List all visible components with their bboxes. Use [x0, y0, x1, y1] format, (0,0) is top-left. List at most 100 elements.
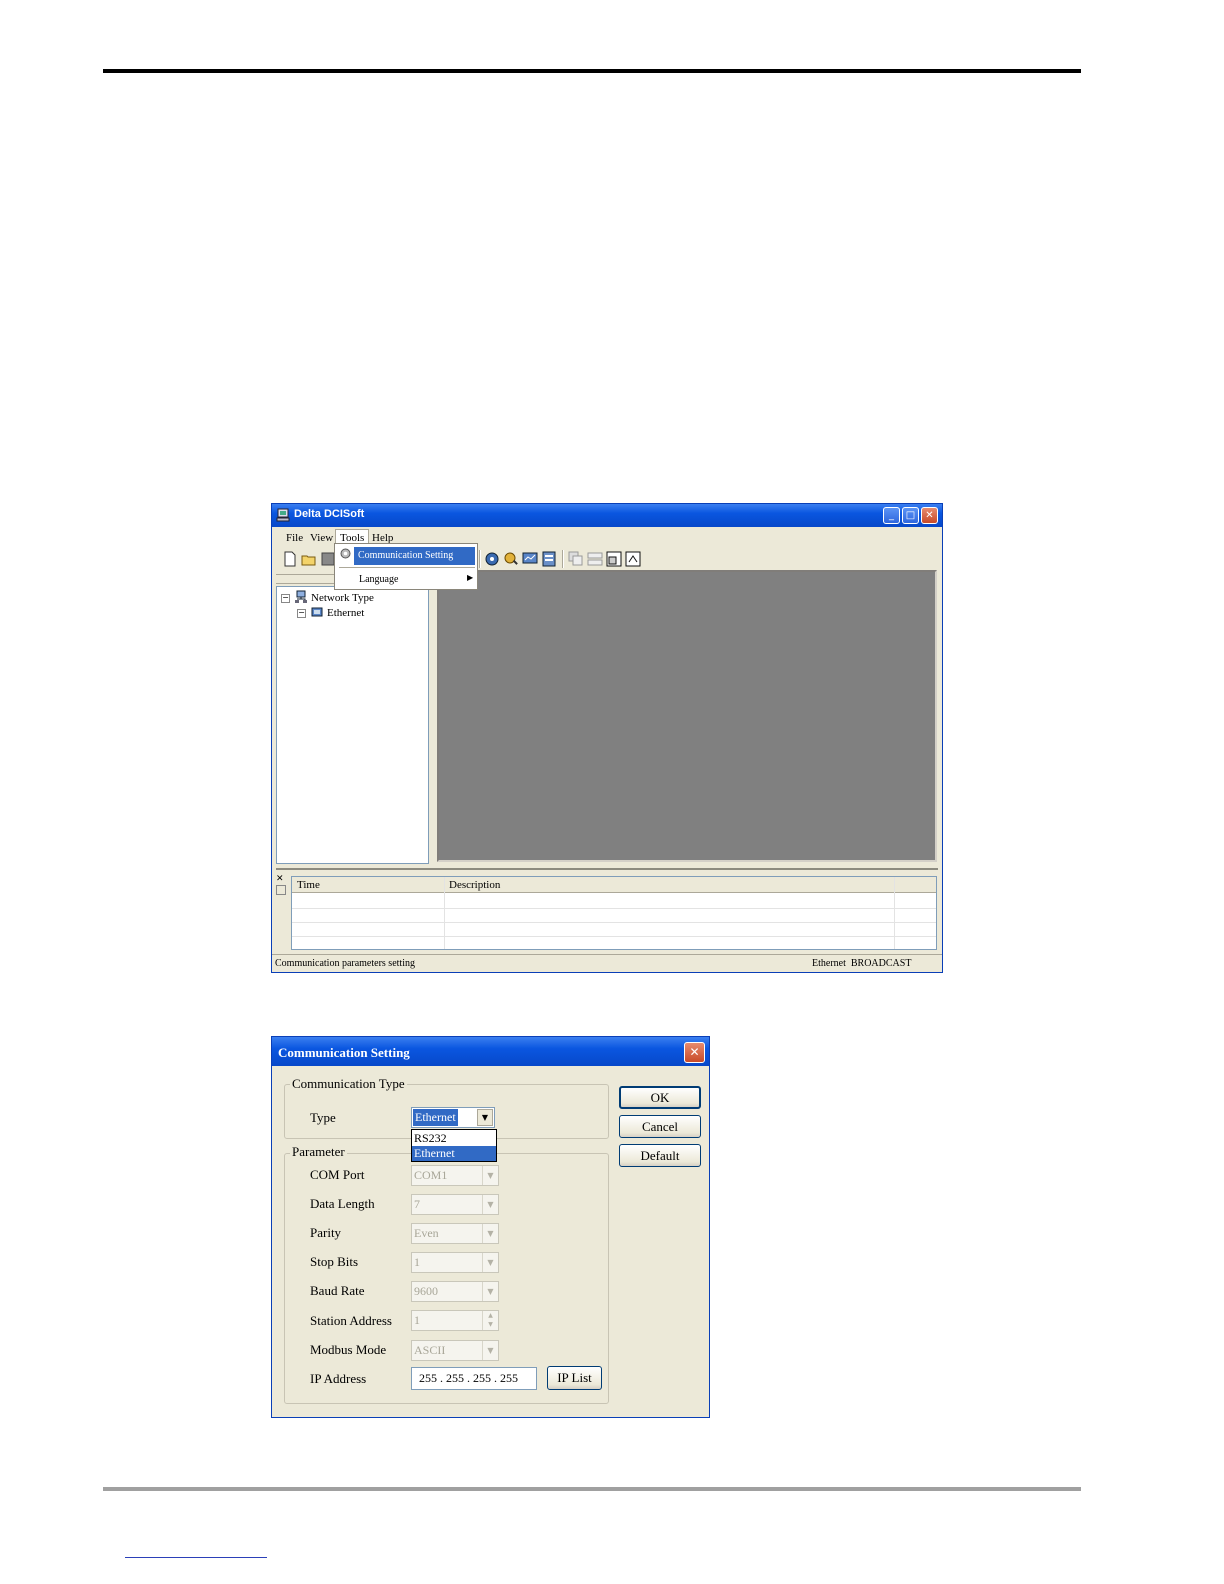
submenu-arrow-icon: ▶	[467, 573, 474, 582]
message-log-panel: ✕ Time Description	[276, 868, 938, 954]
chevron-down-icon: ▼	[482, 1282, 498, 1301]
type-select-value: Ethernet	[413, 1109, 458, 1126]
ip-address-label: IP Address	[310, 1371, 367, 1386]
modbus-mode-select: ASCII ▼	[411, 1340, 499, 1361]
window-arrange-icon[interactable]	[606, 551, 622, 567]
com-port-select: COM1 ▼	[411, 1165, 499, 1186]
menu-item-label: Communication Setting	[358, 550, 454, 561]
type-option-rs232[interactable]: RS232	[412, 1131, 496, 1146]
status-connection: Ethernet BROADCAST	[812, 958, 912, 969]
toolbar-separator	[479, 550, 481, 568]
network-tree-panel: − Network Type − Ethernet	[276, 586, 429, 864]
baud-rate-select: 9600 ▼	[411, 1281, 499, 1302]
communication-type-group-label: Communication Type	[290, 1076, 407, 1092]
station-address-label: Station Address	[310, 1313, 392, 1328]
station-address-stepper: 1 ▲ ▼	[411, 1310, 499, 1331]
new-file-icon[interactable]	[282, 551, 298, 567]
column-divider	[444, 877, 445, 949]
col-description[interactable]: Description	[449, 879, 500, 891]
ip-address-value: 255 . 255 . 255 . 255	[419, 1371, 518, 1385]
ok-button[interactable]: OK	[619, 1086, 701, 1109]
stop-bits-label: Stop Bits	[310, 1254, 359, 1269]
station-address-value: 1	[414, 1313, 420, 1327]
parity-select: Even ▼	[411, 1223, 499, 1244]
dialog-close-button[interactable]: ✕	[684, 1042, 705, 1063]
tree-collapse-icon[interactable]: −	[297, 609, 306, 618]
search-devices-icon[interactable]	[503, 551, 519, 567]
table-row	[292, 908, 936, 909]
log-close-icon[interactable]: ✕	[276, 874, 286, 884]
log-float-icon[interactable]	[276, 885, 286, 895]
open-folder-icon[interactable]	[301, 551, 317, 567]
chevron-down-icon[interactable]: ▼	[477, 1109, 493, 1126]
menu-view[interactable]: View	[310, 532, 333, 544]
dialog-title: Communication Setting	[278, 1045, 410, 1060]
gear-icon	[340, 548, 351, 559]
type-dropdown-list: RS232 Ethernet	[411, 1129, 497, 1162]
status-bar: Communication parameters setting Etherne…	[272, 954, 942, 973]
menu-item-language[interactable]: Language ▶	[337, 571, 475, 589]
baud-rate-value: 9600	[414, 1284, 438, 1298]
data-length-label: Data Length	[310, 1196, 375, 1211]
chevron-down-icon: ▼	[482, 1224, 498, 1243]
panel-splitter[interactable]	[430, 570, 436, 862]
table-row	[292, 922, 936, 923]
connect-icon[interactable]	[484, 551, 500, 567]
monitor-icon[interactable]	[522, 551, 538, 567]
workspace-area	[437, 570, 937, 862]
log-table-header: Time Description	[292, 877, 936, 893]
chevron-down-icon: ▼	[482, 1341, 498, 1360]
type-select[interactable]: Ethernet ▼	[411, 1107, 495, 1128]
footer-link-underline	[125, 1556, 267, 1558]
app-icon	[276, 508, 290, 522]
network-icon	[295, 590, 307, 603]
parity-value: Even	[414, 1226, 439, 1240]
parameter-group-label: Parameter	[290, 1144, 347, 1160]
settings-list-icon[interactable]	[541, 551, 557, 567]
column-divider	[894, 877, 895, 949]
menu-item-label: Language	[359, 574, 399, 585]
ethernet-icon	[311, 607, 323, 617]
com-port-label: COM Port	[310, 1167, 365, 1182]
footer-rule	[103, 1487, 1081, 1491]
chevron-down-icon: ▼	[482, 1166, 498, 1185]
window-title: Delta DCISoft	[294, 508, 365, 520]
baud-rate-label: Baud Rate	[310, 1283, 365, 1298]
close-button[interactable]: ✕	[921, 507, 938, 524]
menu-file[interactable]: File	[286, 532, 303, 544]
status-message: Communication parameters setting	[275, 958, 415, 969]
tile-icon[interactable]	[587, 551, 603, 567]
tree-node-network-type[interactable]: Network Type	[311, 592, 374, 604]
tools-dropdown-menu: Communication Setting Language ▶	[334, 543, 478, 590]
tree-node-ethernet[interactable]: Ethernet	[327, 607, 364, 619]
log-table: Time Description	[291, 876, 937, 950]
ip-list-button[interactable]: IP List	[547, 1366, 602, 1390]
cascade-icon[interactable]	[568, 551, 584, 567]
chevron-down-icon: ▼	[482, 1253, 498, 1272]
chevron-down-icon: ▼	[482, 1195, 498, 1214]
default-button[interactable]: Default	[619, 1144, 701, 1167]
maximize-button[interactable]: □	[902, 507, 919, 524]
menu-separator	[339, 567, 475, 568]
dialog-title-bar: Communication Setting ✕	[272, 1037, 709, 1066]
header-rule	[103, 69, 1081, 73]
menu-item-communication-setting[interactable]: Communication Setting	[354, 547, 475, 565]
stop-bits-value: 1	[414, 1255, 420, 1269]
com-port-value: COM1	[414, 1168, 448, 1182]
data-length-select: 7 ▼	[411, 1194, 499, 1215]
spin-arrows-icon: ▲ ▼	[482, 1311, 498, 1330]
communication-setting-dialog: Communication Setting ✕ Communication Ty…	[271, 1036, 710, 1418]
ip-address-input[interactable]: 255 . 255 . 255 . 255	[411, 1367, 537, 1390]
title-bar: Delta DCISoft _ □ ✕	[272, 504, 942, 527]
table-row	[292, 936, 936, 937]
type-option-ethernet[interactable]: Ethernet	[412, 1146, 496, 1161]
type-label: Type	[310, 1110, 336, 1125]
cancel-button[interactable]: Cancel	[619, 1115, 701, 1138]
minimize-button[interactable]: _	[883, 507, 900, 524]
parity-label: Parity	[310, 1225, 342, 1240]
modbus-mode-value: ASCII	[414, 1343, 446, 1357]
col-time[interactable]: Time	[297, 879, 320, 891]
data-length-value: 7	[414, 1197, 420, 1211]
about-icon[interactable]	[625, 551, 641, 567]
tree-collapse-icon[interactable]: −	[281, 594, 290, 603]
